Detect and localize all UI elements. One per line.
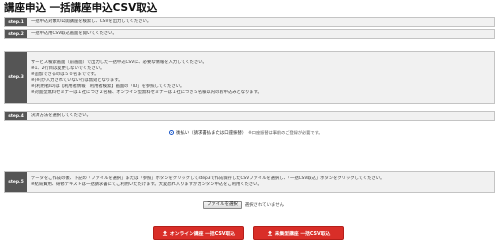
step-4-body: 決済方法を選択してください。 [27, 112, 494, 120]
payment-method-note: ※口座振替は事前のご登録が必要です。 [248, 129, 323, 135]
physical-csv-import-button[interactable]: 未集型講座 一括CSV取込 [253, 226, 344, 240]
step-2-body: 一括申込用CSV取込画面を開いてください。 [27, 30, 494, 38]
page-title: 講座申込 一括講座申込CSV取込 [4, 2, 158, 14]
online-csv-import-label: オンライン講座 一括CSV取込 [169, 231, 236, 237]
step-2-text: 一括申込用CSV取込画面を開いてください。 [31, 31, 117, 36]
step-5-text-2: ※結局費用、研修テキストは一括請求書にてご利用いただけます。大変恐れ入りますがカ… [31, 182, 262, 187]
step-1-body: 一括申込対象の公開講座を検索し、CSVを出力してください。 [27, 18, 494, 26]
online-csv-import-button[interactable]: オンライン講座 一括CSV取込 [153, 226, 244, 240]
upload-icon [267, 230, 272, 236]
step-2-row: step.2 一括申込用CSV取込画面を開いてください。 [4, 29, 495, 39]
step-1-row: step.1 一括申込対象の公開講座を検索し、CSVを出力してください。 [4, 17, 495, 27]
step-4-label: step.4 [5, 112, 27, 120]
step-5-row: step.5 データをご作成の後、下記の「ファイルを選択」または「参照」ボタンを… [4, 171, 495, 193]
step-1-label: step.1 [5, 18, 27, 26]
payment-method-option[interactable]: 後払い（請求書払または口座振替） ※口座振替は事前のご登録が必要です。 [169, 129, 323, 136]
step-3-body: サービス検索画面（前画面）で出力した一括申込CSVに、必要な情報を入力してくださ… [27, 52, 494, 103]
file-picker: ファイルを選択 選択されていません [203, 201, 284, 209]
payment-radio[interactable] [169, 130, 174, 135]
step-3-row: step.3 サービス検索画面（前画面）で出力した一括申込CSVに、必要な情報を… [4, 51, 495, 104]
choose-file-button[interactable]: ファイルを選択 [203, 201, 242, 209]
physical-csv-import-label: 未集型講座 一括CSV取込 [274, 231, 331, 237]
step-5-label: step.5 [5, 172, 27, 192]
step-4-row: step.4 決済方法を選択してください。 [4, 111, 495, 121]
payment-method-label[interactable]: 後払い（請求書払または口座振替） [176, 130, 246, 136]
file-status: 選択されていません [244, 203, 285, 208]
step-1-text: 一括申込対象の公開講座を検索し、CSVを出力してください。 [31, 19, 152, 24]
step-5-body: データをご作成の後、下記の「ファイルを選択」または「参照」ボタンをクリックしてs… [27, 172, 494, 192]
step-3-text-6: ※対面型無料セミナーは１社につき２名様、オンライン型無料セミナーは１社につき５名… [31, 89, 262, 95]
step-3-label: step.3 [5, 52, 27, 103]
step-4-text: 決済方法を選択してください。 [31, 113, 91, 118]
upload-icon [162, 230, 167, 236]
step-2-label: step.2 [5, 30, 27, 38]
